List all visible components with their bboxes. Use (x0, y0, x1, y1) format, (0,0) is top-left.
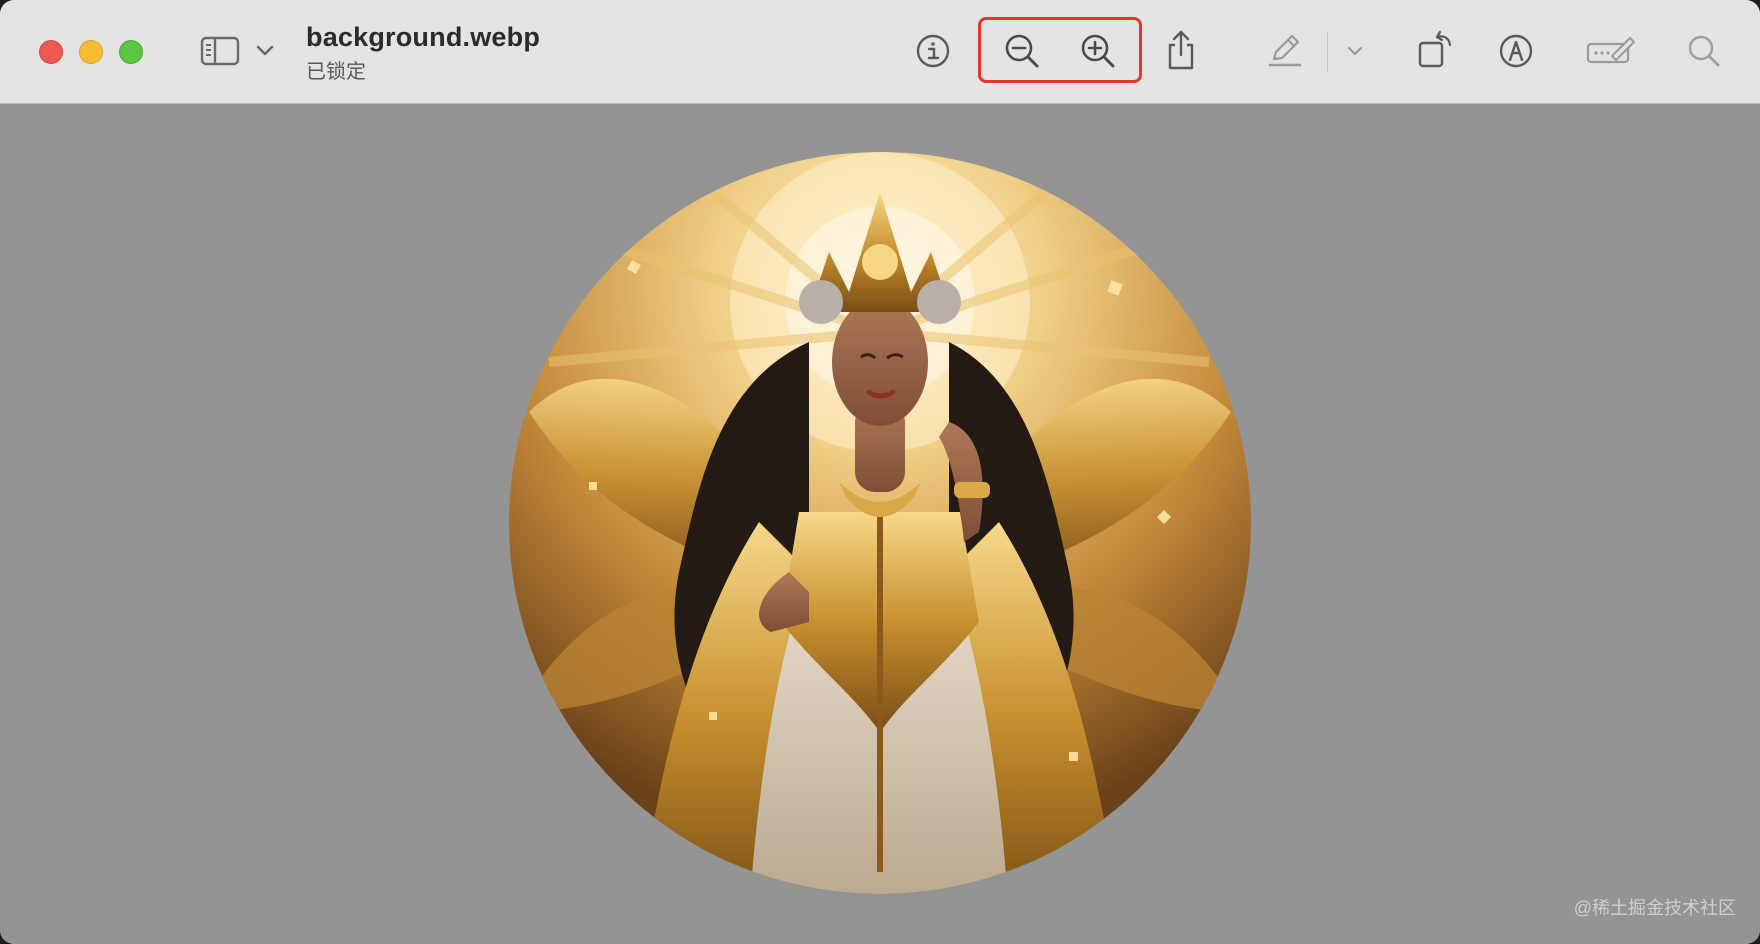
rotate-icon[interactable] (1415, 27, 1455, 71)
watermark-text: @稀土掘金技术社区 (1573, 898, 1736, 918)
signature-icon[interactable] (1586, 31, 1636, 71)
search-icon[interactable] (1684, 31, 1724, 71)
minimize-button[interactable] (79, 40, 103, 64)
toolbar-divider (1327, 32, 1328, 72)
close-button[interactable] (39, 40, 63, 64)
fullscreen-button[interactable] (119, 40, 143, 64)
sidebar-icon[interactable] (200, 34, 240, 68)
image-canvas[interactable]: @稀土掘金技术社区 (0, 104, 1760, 944)
zoom-in-icon[interactable] (1078, 31, 1118, 71)
markup-icon[interactable] (1496, 31, 1536, 71)
share-icon[interactable] (1163, 28, 1199, 72)
document-title: background.webp (306, 22, 541, 52)
info-icon[interactable] (914, 32, 952, 70)
preview-window: background.webp 已锁定 @稀土掘金技术社区 (0, 0, 1760, 944)
document-status: 已锁定 (306, 61, 366, 83)
zoom-out-icon[interactable] (1002, 31, 1042, 71)
chevron-down-icon[interactable] (1346, 44, 1364, 58)
title-bar: background.webp 已锁定 (0, 0, 1760, 104)
highlight-pen-icon[interactable] (1265, 30, 1305, 70)
chevron-down-icon[interactable] (255, 42, 275, 60)
portrait-image (509, 152, 1251, 894)
